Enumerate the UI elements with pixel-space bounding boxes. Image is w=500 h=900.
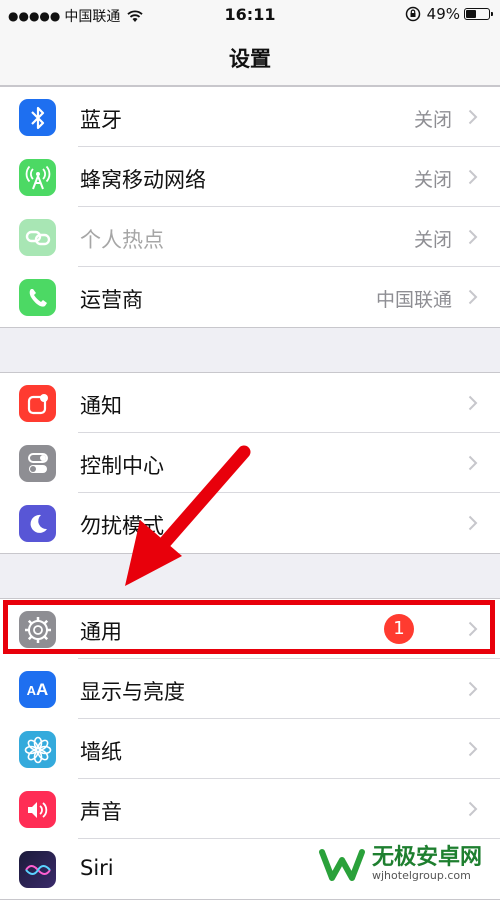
toggle-switches-icon — [19, 445, 56, 482]
settings-row-label: 蜂窝移动网络 — [80, 168, 206, 192]
settings-row-carrier[interactable]: 运营商 中国联通 — [0, 267, 500, 327]
chevron-right-icon — [468, 801, 478, 817]
settings-row-notifications[interactable]: 通知 — [0, 373, 500, 433]
settings-row-display-brightness[interactable]: AA 显示与亮度 — [0, 659, 500, 719]
chevron-right-icon — [468, 395, 478, 411]
settings-row-value: 中国联通 — [375, 289, 452, 311]
settings-row-value: 关闭 — [413, 169, 452, 191]
settings-row-label: 通知 — [80, 394, 122, 418]
chevron-right-icon — [468, 455, 478, 471]
text-size-icon: AA — [19, 671, 56, 708]
navigation-bar: 设置 — [0, 30, 500, 86]
settings-row-label: 个人热点 — [80, 228, 164, 252]
chevron-right-icon — [468, 515, 478, 531]
watermark-logo-icon — [319, 849, 365, 881]
settings-row-label: 控制中心 — [80, 454, 164, 478]
status-bar: ●●●●● 中国联通 16:11 49% — [0, 0, 500, 30]
phone-icon — [19, 279, 56, 316]
chevron-right-icon — [468, 681, 478, 697]
site-watermark: 无极安卓网 wjhotelgroup.com — [318, 845, 496, 885]
chevron-right-icon — [468, 109, 478, 125]
settings-row-control-center[interactable]: 控制中心 — [0, 433, 500, 493]
battery-icon — [464, 8, 493, 20]
settings-row-label: 蓝牙 — [80, 108, 122, 132]
settings-row-value: 关闭 — [413, 109, 452, 131]
watermark-title: 无极安卓网 — [372, 845, 483, 870]
highlight-box-general — [3, 600, 495, 654]
settings-group-connectivity: 蓝牙 关闭 蜂窝移动网络 关闭 个人热点 关闭 运营商 中国联通 — [0, 86, 500, 328]
chevron-right-icon — [468, 289, 478, 305]
chevron-right-icon — [468, 169, 478, 185]
siri-icon — [19, 851, 56, 888]
bluetooth-icon — [19, 99, 56, 136]
settings-row-label: Siri — [80, 856, 114, 880]
settings-row-cellular[interactable]: 蜂窝移动网络 关闭 — [0, 147, 500, 207]
settings-row-value: 关闭 — [413, 229, 452, 251]
page-title: 设置 — [229, 47, 271, 71]
battery-percentage: 49% — [426, 5, 460, 23]
watermark-url: wjhotelgroup.com — [372, 869, 471, 882]
settings-row-bluetooth[interactable]: 蓝牙 关闭 — [0, 87, 500, 147]
settings-row-label: 运营商 — [80, 288, 143, 312]
battery-fill — [466, 10, 476, 18]
rotation-lock-icon — [405, 6, 420, 22]
cellular-antenna-icon — [19, 159, 56, 196]
settings-row-do-not-disturb[interactable]: 勿扰模式 — [0, 493, 500, 553]
settings-row-label: 勿扰模式 — [80, 514, 164, 538]
chevron-right-icon — [468, 741, 478, 757]
settings-row-label: 声音 — [80, 800, 122, 824]
notification-icon — [19, 385, 56, 422]
settings-row-label: 显示与亮度 — [80, 680, 185, 704]
settings-row-personal-hotspot[interactable]: 个人热点 关闭 — [0, 207, 500, 267]
chevron-right-icon — [468, 229, 478, 245]
speaker-icon — [19, 791, 56, 828]
settings-group-notifications: 通知 控制中心 勿扰模式 — [0, 372, 500, 554]
settings-row-label: 墙纸 — [80, 740, 122, 764]
moon-icon — [19, 505, 56, 542]
hotspot-link-icon — [19, 219, 56, 256]
settings-row-wallpaper[interactable]: 墙纸 — [0, 719, 500, 779]
settings-row-sounds[interactable]: 声音 — [0, 779, 500, 839]
flower-icon — [19, 731, 56, 768]
